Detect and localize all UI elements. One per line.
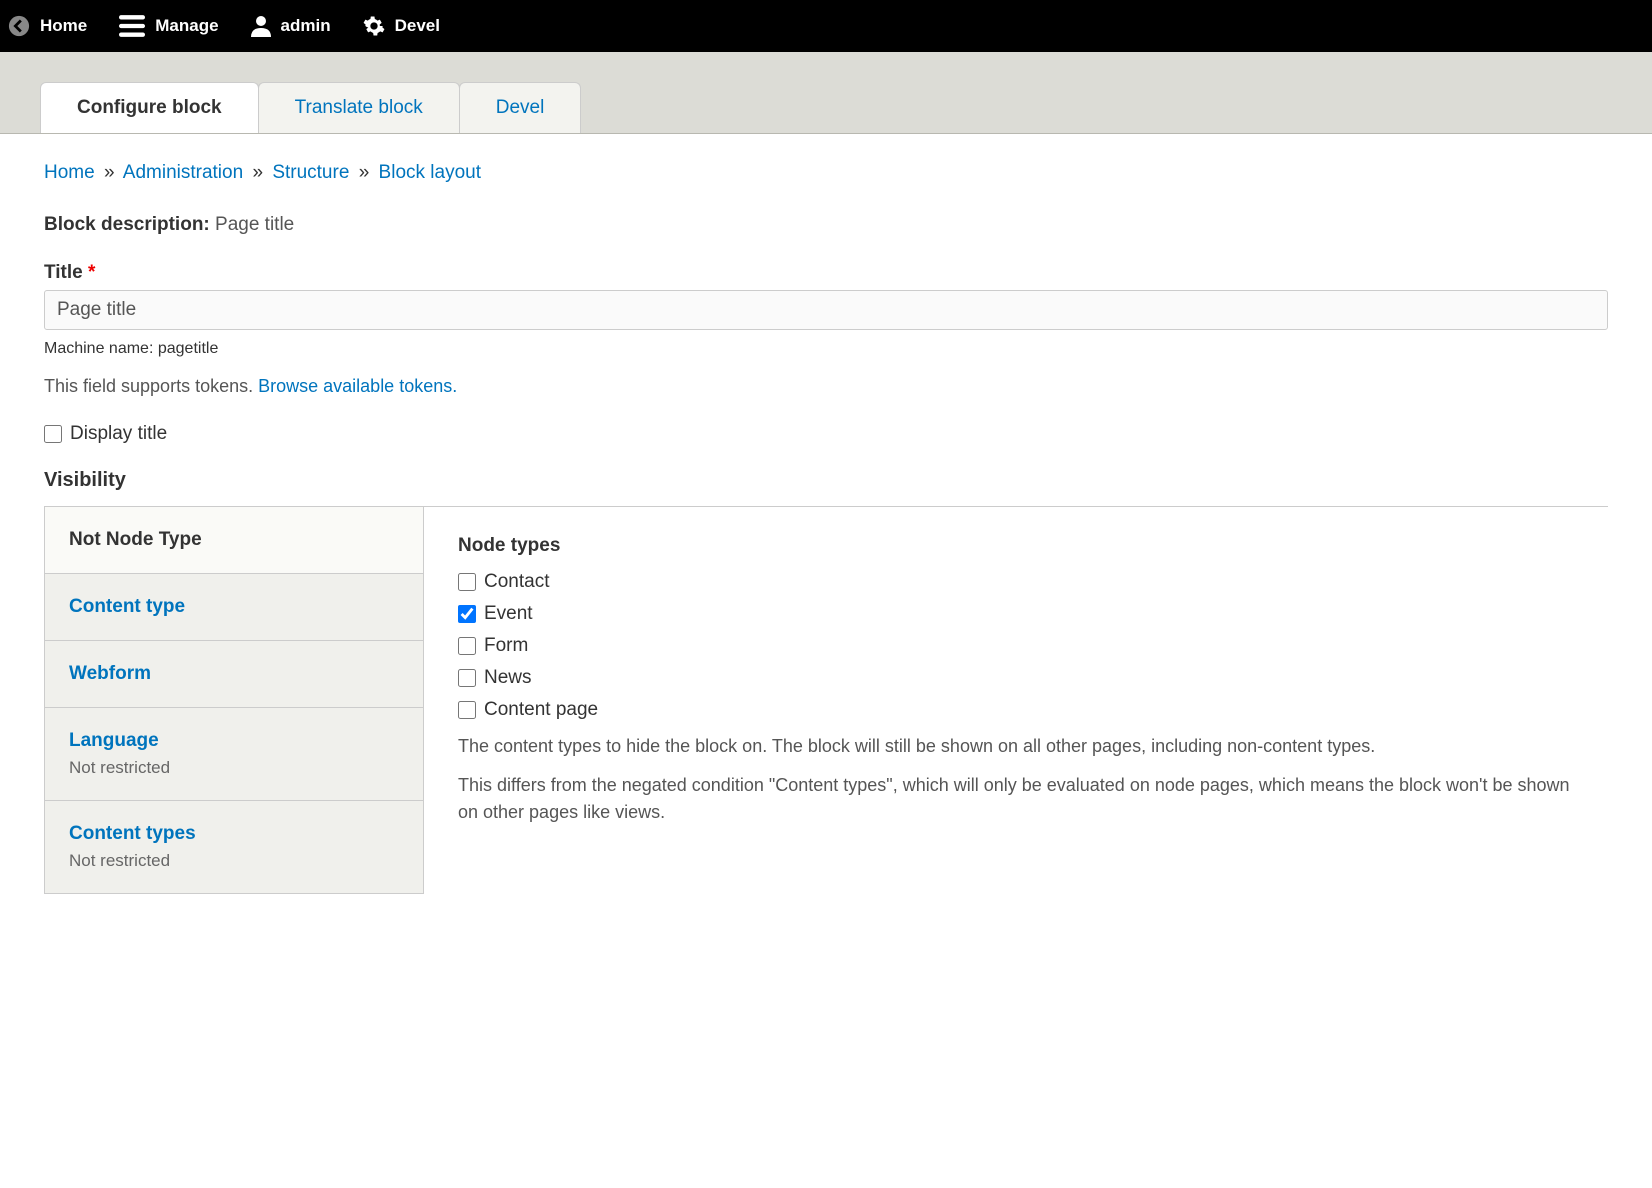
browse-tokens-link[interactable]: Browse available tokens. [258,376,457,396]
opt-news-checkbox[interactable] [458,669,476,687]
opt-label: Content page [484,699,598,721]
toolbar-user[interactable]: admin [251,15,331,37]
title-field: Title * Machine name: pagetitle This fie… [44,262,1608,397]
tab-devel[interactable]: Devel [459,82,582,133]
visibility-section: Not Node Type Content type Webform Langu… [44,506,1608,894]
tab-label: Configure block [77,97,222,118]
opt-content-page: Content page [458,699,1574,721]
vis-tab-language[interactable]: Language Not restricted [44,708,423,801]
block-description: Block description: Page title [44,214,1608,236]
toolbar-home[interactable]: Home [8,15,87,37]
machine-name-label: Machine name: [44,340,153,357]
opt-event: Event [458,603,1574,625]
node-types-heading: Node types [458,535,1574,557]
menu-icon [119,15,145,37]
display-title-row: Display title [44,423,1608,445]
vis-tab-sub: Not restricted [69,758,399,778]
vis-tab-title: Content type [69,596,399,618]
opt-event-checkbox[interactable] [458,605,476,623]
machine-name-value: pagetitle [158,340,219,357]
vis-tab-not-node-type[interactable]: Not Node Type [44,507,423,574]
admin-toolbar: Home Manage admin Devel [0,0,1652,52]
vis-tab-title: Not Node Type [69,529,399,551]
breadcrumb-sep: » [104,162,115,183]
tab-label: Translate block [295,97,423,118]
vis-tab-title: Content types [69,823,399,845]
toolbar-devel[interactable]: Devel [363,15,440,37]
breadcrumb-block-layout[interactable]: Block layout [379,162,481,183]
opt-label: Event [484,603,533,625]
vis-tab-title: Webform [69,663,399,685]
block-description-value: Page title [215,214,294,235]
display-title-checkbox[interactable] [44,425,62,443]
vis-tab-content-types[interactable]: Content types Not restricted [44,801,423,894]
machine-name: Machine name: pagetitle [44,340,1608,358]
vis-tab-content-type[interactable]: Content type [44,574,423,641]
tab-translate-block[interactable]: Translate block [258,82,460,133]
breadcrumb-sep: » [252,162,263,183]
toolbar-user-label: admin [281,16,331,36]
main-content: Home » Administration » Structure » Bloc… [0,134,1652,922]
vis-tab-webform[interactable]: Webform [44,641,423,708]
title-label: Title * [44,262,1608,284]
toolbar-manage[interactable]: Manage [119,15,218,37]
title-input[interactable] [44,290,1608,330]
visibility-heading: Visibility [44,469,1608,492]
title-help: This field supports tokens. Browse avail… [44,376,1608,397]
toolbar-home-label: Home [40,16,87,36]
opt-content-page-checkbox[interactable] [458,701,476,719]
display-title-label: Display title [70,423,167,445]
panel-help-2: This differs from the negated condition … [458,772,1574,826]
panel-help-1: The content types to hide the block on. … [458,733,1574,760]
opt-form: Form [458,635,1574,657]
breadcrumb-home[interactable]: Home [44,162,95,183]
vis-tab-title: Language [69,730,399,752]
gear-icon [363,15,385,37]
tab-configure-block[interactable]: Configure block [40,82,259,133]
title-label-text: Title [44,262,83,283]
opt-form-checkbox[interactable] [458,637,476,655]
breadcrumb: Home » Administration » Structure » Bloc… [44,162,1608,184]
opt-label: Form [484,635,528,657]
toolbar-devel-label: Devel [395,16,440,36]
primary-tabs: Configure block Translate block Devel [40,82,1652,133]
vis-tab-sub: Not restricted [69,851,399,871]
title-help-text: This field supports tokens. [44,376,253,396]
required-marker: * [88,262,95,283]
visibility-panel: Node types Contact Event Form News Conte… [424,507,1608,894]
breadcrumb-sep: » [359,162,370,183]
opt-label: News [484,667,532,689]
tab-label: Devel [496,97,545,118]
toolbar-manage-label: Manage [155,16,218,36]
breadcrumb-administration[interactable]: Administration [123,162,243,183]
opt-contact: Contact [458,571,1574,593]
breadcrumb-structure[interactable]: Structure [272,162,349,183]
opt-news: News [458,667,1574,689]
tab-region: Configure block Translate block Devel [0,52,1652,134]
block-description-label: Block description: [44,214,210,235]
opt-label: Contact [484,571,549,593]
opt-contact-checkbox[interactable] [458,573,476,591]
visibility-tabs: Not Node Type Content type Webform Langu… [44,507,424,894]
user-icon [251,15,271,37]
back-icon [8,15,30,37]
